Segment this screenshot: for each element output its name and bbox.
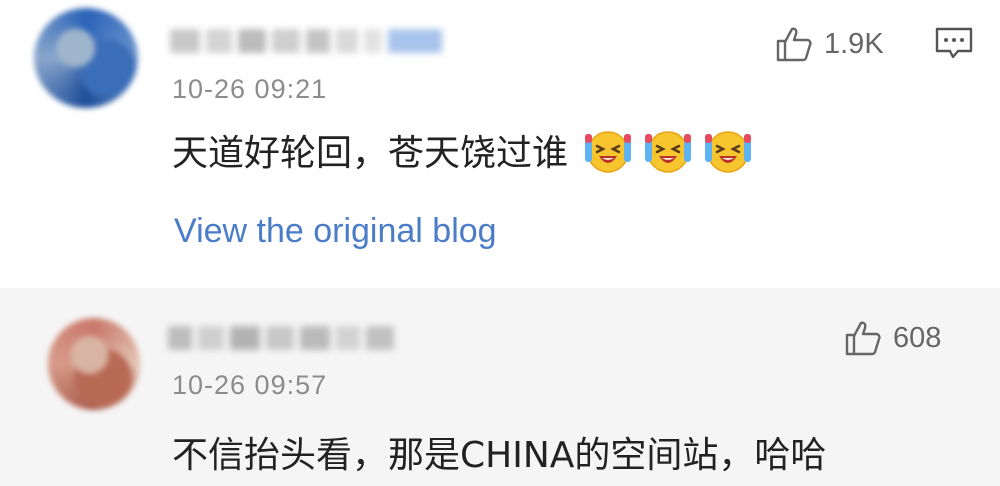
comment-item: 1.9K 10-26 09:21 天道好轮回，苍天饶过谁 View the or… — [0, 0, 1000, 288]
comment-text: 不信抬头看，那是CHINA的空间站，哈哈 — [172, 426, 826, 478]
like-button[interactable]: 608 — [843, 318, 941, 358]
laughing-crying-emoji — [645, 131, 692, 173]
like-button[interactable]: 1.9K — [774, 24, 884, 64]
like-count: 1.9K — [824, 27, 884, 60]
comment-text-content: 天道好轮回，苍天饶过谁 — [172, 133, 569, 174]
comment-item: 608 10-26 09:57 不信抬头看，那是CHINA的空间站，哈哈 — [0, 288, 1000, 486]
username-blurred[interactable] — [168, 318, 394, 358]
comment-timestamp: 10-26 09:57 — [172, 370, 328, 400]
laughing-crying-emoji — [585, 131, 632, 173]
comment-text-content: 不信抬头看，那是CHINA的空间站，哈哈 — [172, 435, 827, 476]
thumbs-up-icon — [845, 321, 881, 356]
comment-timestamp: 10-26 09:21 — [172, 74, 328, 104]
view-original-blog-link[interactable]: View the original blog — [174, 212, 497, 251]
like-count: 608 — [893, 321, 942, 354]
avatar[interactable] — [34, 8, 138, 108]
thumbs-up-icon — [776, 27, 812, 62]
avatar[interactable] — [48, 318, 140, 410]
laughing-crying-emoji — [705, 131, 752, 173]
comment-text: 天道好轮回，苍天饶过谁 — [172, 124, 754, 176]
reply-button[interactable] — [934, 26, 974, 66]
username-blurred[interactable] — [170, 24, 442, 58]
reply-comment-icon — [935, 27, 973, 59]
